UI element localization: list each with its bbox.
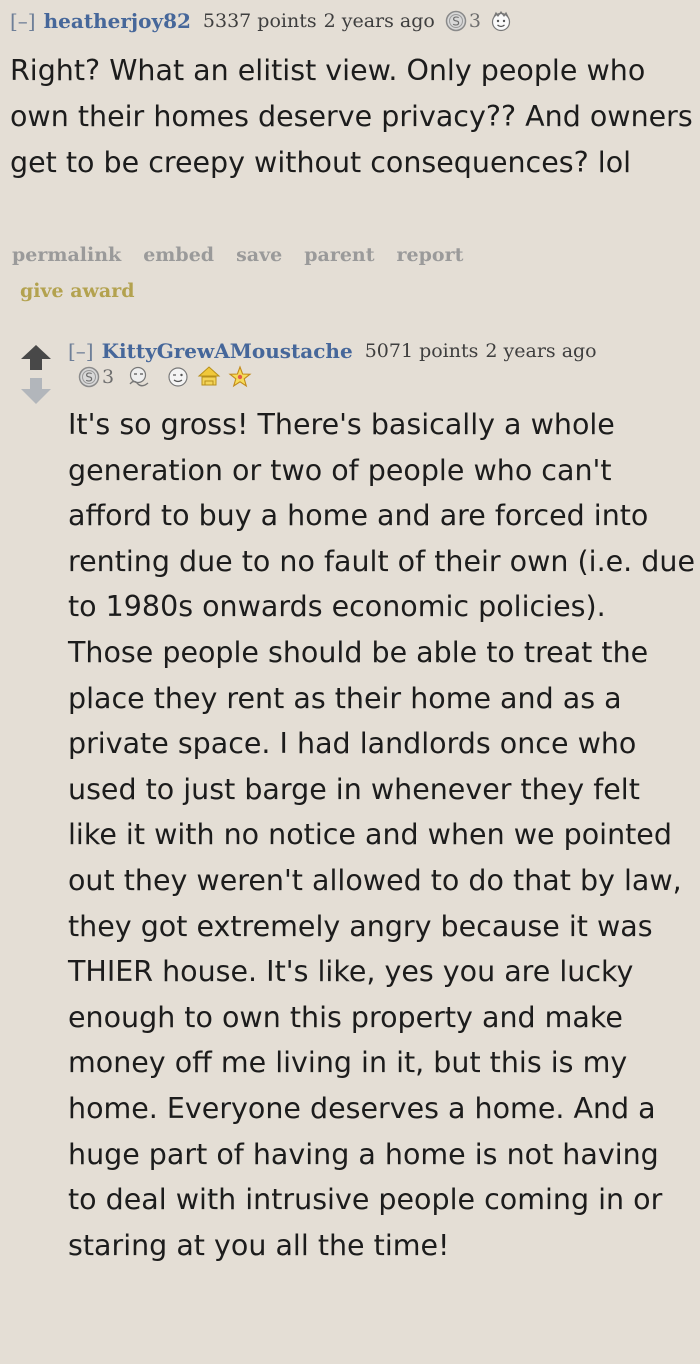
timestamp[interactable]: 2 years ago bbox=[324, 10, 435, 32]
star-award-icon[interactable] bbox=[228, 365, 252, 389]
save-link[interactable]: save bbox=[236, 244, 282, 266]
give-award-link[interactable]: give award bbox=[20, 280, 135, 302]
silver-coin-icon[interactable]: S bbox=[78, 366, 100, 388]
hat-award-icon[interactable] bbox=[196, 365, 222, 389]
award-count: 3 bbox=[102, 366, 115, 388]
author-link[interactable]: KittyGrewAMoustache bbox=[102, 339, 353, 363]
wink-face-icon[interactable] bbox=[166, 365, 190, 389]
embed-link[interactable]: embed bbox=[143, 244, 214, 266]
thinking-face-icon[interactable] bbox=[126, 365, 152, 389]
upvote-arrow-icon[interactable] bbox=[18, 342, 54, 376]
timestamp[interactable]: 2 years ago bbox=[485, 340, 596, 362]
collapse-toggle[interactable]: [–] bbox=[68, 339, 94, 363]
downvote-arrow-icon[interactable] bbox=[18, 374, 54, 412]
comment-body: It's so gross! There's basically a whole… bbox=[68, 408, 695, 1262]
parent-link[interactable]: parent bbox=[304, 244, 374, 266]
silver-coin-icon[interactable]: S bbox=[445, 10, 467, 32]
author-link[interactable]: heatherjoy82 bbox=[44, 9, 191, 33]
award-count: 3 bbox=[468, 10, 481, 32]
report-link[interactable]: report bbox=[397, 244, 464, 266]
permalink-link[interactable]: permalink bbox=[12, 244, 121, 266]
comment-header: [–] heatherjoy82 5337 points 2 years ago… bbox=[10, 6, 513, 36]
comment-body: Right? What an elitist view. Only people… bbox=[10, 54, 693, 179]
award-bar: S 3 bbox=[78, 364, 252, 390]
points: 5337 points bbox=[202, 10, 317, 32]
comment-actions: permalink embed save parent report bbox=[12, 244, 463, 266]
collapse-toggle[interactable]: [–] bbox=[10, 9, 36, 33]
comment-header: [–] KittyGrewAMoustache 5071 points 2 ye… bbox=[68, 336, 597, 366]
svg-text:S: S bbox=[85, 371, 93, 385]
points: 5071 points bbox=[364, 340, 479, 362]
wholesome-face-icon[interactable] bbox=[489, 9, 513, 33]
svg-text:S: S bbox=[452, 15, 460, 29]
